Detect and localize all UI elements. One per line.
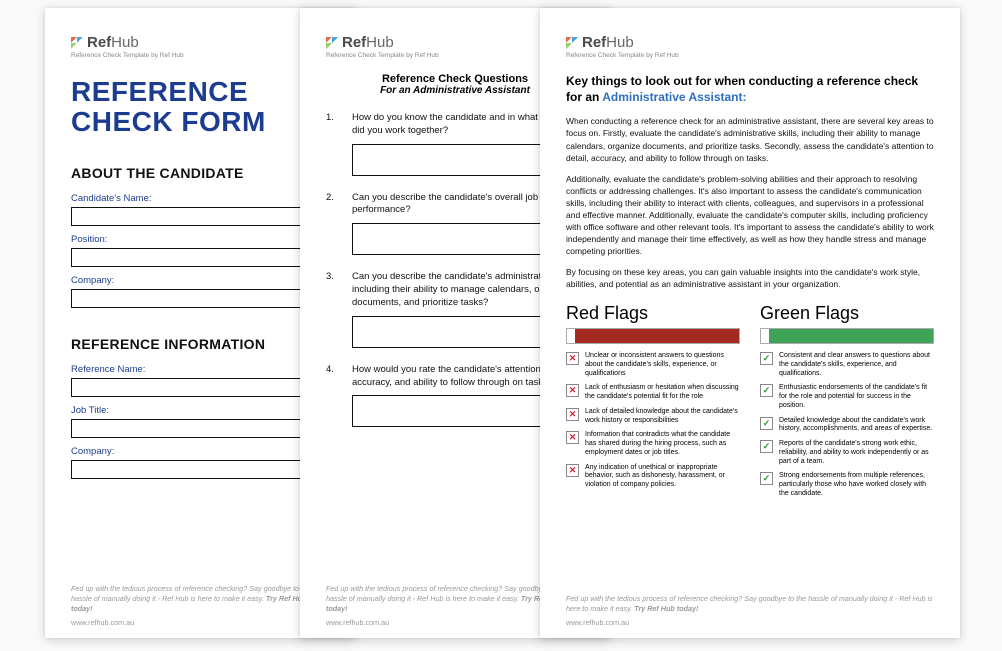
flag-item: ✓ Strong endorsements from multiple refer… — [760, 472, 934, 498]
text-field[interactable] — [71, 289, 329, 308]
brand-tagline: Reference Check Template by Ref Hub — [71, 52, 329, 59]
footer-url: www.refhub.com.au — [566, 618, 934, 628]
red-bar — [566, 328, 740, 344]
brand-name-thin: Hub — [111, 34, 139, 51]
document-page-3: RefHub Reference Check Template by Ref H… — [540, 8, 960, 638]
field-label: Company: — [71, 446, 329, 457]
text-field[interactable] — [71, 378, 329, 397]
check-icon: ✓ — [760, 472, 773, 485]
flag-text: Lack of enthusiasm or hesitation when di… — [585, 384, 740, 402]
logo-icon — [326, 37, 338, 49]
flag-text: Information that contradicts what the ca… — [585, 431, 740, 457]
footer-cta: Try Ref Hub today! — [634, 604, 698, 613]
green-bar — [760, 328, 934, 344]
text-field[interactable] — [71, 460, 329, 479]
flag-item: ✕ Lack of enthusiasm or hesitation when d… — [566, 384, 740, 402]
x-icon: ✕ — [566, 431, 579, 444]
question-number: 4. — [326, 364, 338, 390]
green-flags-column: Green Flags ✓ Consistent and clear answer… — [760, 301, 934, 505]
red-flags-column: Red Flags ✕ Unclear or inconsistent answe… — [566, 301, 740, 505]
brand-name-thin: Hub — [366, 34, 394, 51]
page-footer: Fed up with the tedious process of refer… — [71, 574, 329, 638]
check-icon: ✓ — [760, 417, 773, 430]
field-label: Job Title: — [71, 405, 329, 416]
text-field[interactable] — [71, 419, 329, 438]
guide-title: Key things to look out for when conducti… — [566, 73, 934, 105]
title-line-2: CHECK FORM — [71, 107, 329, 137]
text-field[interactable] — [71, 248, 329, 267]
field-label: Company: — [71, 275, 329, 286]
guide-paragraph: When conducting a reference check for an… — [566, 115, 934, 163]
x-icon: ✕ — [566, 464, 579, 477]
title-line-1: REFERENCE — [71, 77, 329, 107]
check-icon: ✓ — [760, 440, 773, 453]
flag-text: Consistent and clear answers to question… — [779, 352, 934, 378]
flag-item: ✓ Enthusiastic endorsements of the candid… — [760, 384, 934, 410]
guide-paragraph: Additionally, evaluate the candidate's p… — [566, 173, 934, 257]
red-flags-heading: Red Flags — [566, 303, 740, 324]
flag-item: ✕ Unclear or inconsistent answers to ques… — [566, 352, 740, 378]
section-about-candidate: ABOUT THE CANDIDATE — [71, 165, 329, 181]
section-reference-info: REFERENCE INFORMATION — [71, 336, 329, 352]
logo-icon — [566, 37, 578, 49]
green-flags-heading: Green Flags — [760, 303, 934, 324]
footer-text: Fed up with the tedious process of refer… — [566, 594, 933, 613]
flag-text: Any indication of unethical or inappropr… — [585, 464, 740, 490]
guide-paragraph: By focusing on these key areas, you can … — [566, 266, 934, 290]
x-icon: ✕ — [566, 384, 579, 397]
field-label: Candidate's Name: — [71, 193, 329, 204]
flag-item: ✓ Reports of the candidate's strong work … — [760, 440, 934, 466]
question-number: 3. — [326, 271, 338, 309]
page-footer: Fed up with the tedious process of refer… — [566, 584, 934, 638]
brand-name-thin: Hub — [606, 34, 634, 51]
flag-text: Unclear or inconsistent answers to quest… — [585, 352, 740, 378]
flag-text: Reports of the candidate's strong work e… — [779, 440, 934, 466]
text-field[interactable] — [71, 207, 329, 226]
footer-url: www.refhub.com.au — [71, 618, 329, 628]
field-label: Reference Name: — [71, 364, 329, 375]
flag-item: ✕ Information that contradicts what the c… — [566, 431, 740, 457]
check-icon: ✓ — [760, 384, 773, 397]
logo-icon — [71, 37, 83, 49]
x-icon: ✕ — [566, 352, 579, 365]
flag-text: Strong endorsements from multiple refere… — [779, 472, 934, 498]
brand-tagline: Reference Check Template by Ref Hub — [566, 52, 934, 59]
check-icon: ✓ — [760, 352, 773, 365]
brand-logo: RefHub Reference Check Template by Ref H… — [71, 34, 329, 59]
flag-text: Lack of detailed knowledge about the can… — [585, 408, 740, 426]
flag-text: Detailed knowledge about the candidate's… — [779, 417, 934, 435]
field-label: Position: — [71, 234, 329, 245]
flag-item: ✓ Consistent and clear answers to questio… — [760, 352, 934, 378]
brand-name-bold: Ref — [342, 34, 366, 51]
flag-item: ✕ Any indication of unethical or inapprop… — [566, 464, 740, 490]
title-role: Administrative Assistant: — [602, 90, 746, 104]
flag-text: Enthusiastic endorsements of the candida… — [779, 384, 934, 410]
page-title: REFERENCE CHECK FORM — [71, 77, 329, 137]
brand-name-bold: Ref — [87, 34, 111, 51]
x-icon: ✕ — [566, 408, 579, 421]
flags-section: Red Flags ✕ Unclear or inconsistent answe… — [566, 301, 934, 505]
flag-item: ✓ Detailed knowledge about the candidate'… — [760, 417, 934, 435]
flag-item: ✕ Lack of detailed knowledge about the ca… — [566, 408, 740, 426]
brand-name-bold: Ref — [582, 34, 606, 51]
question-number: 2. — [326, 192, 338, 218]
brand-logo: RefHub Reference Check Template by Ref H… — [566, 34, 934, 59]
question-number: 1. — [326, 112, 338, 138]
